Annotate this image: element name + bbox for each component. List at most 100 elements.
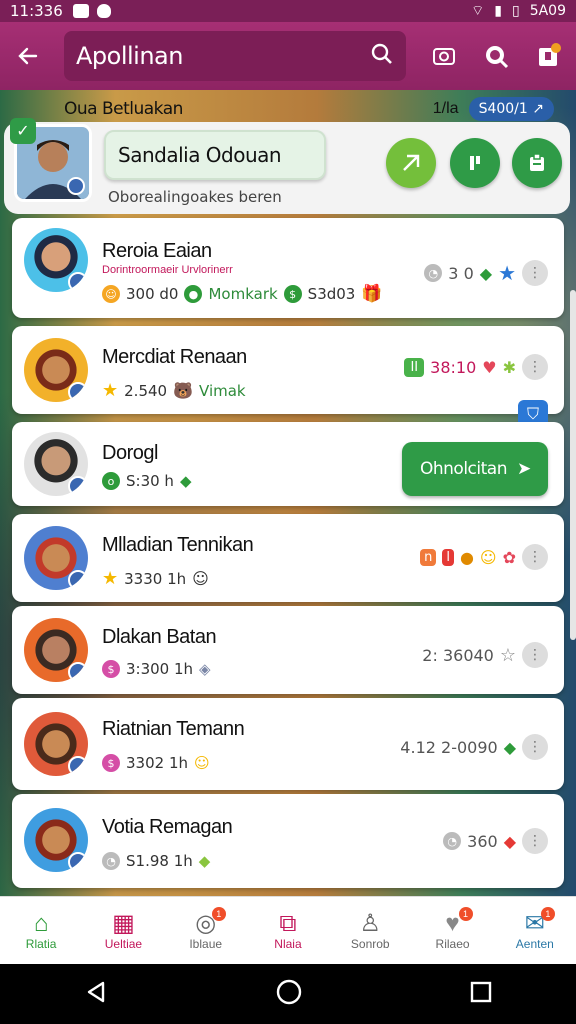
- smile-icon: ☺: [479, 547, 497, 567]
- leaf-icon: ✱: [502, 357, 516, 377]
- content-area: Oua Betluakan 1/la S400/1 ↗ ✓ Sandalia O…: [0, 90, 576, 896]
- nav-item-target[interactable]: ◎ 1 Iblaue: [165, 897, 247, 964]
- nav-item-heart[interactable]: ♥ 1 Rilaeo: [411, 897, 493, 964]
- nav-label: Rilaeo: [435, 936, 470, 951]
- search-input[interactable]: Apollinan: [76, 42, 370, 70]
- avatar[interactable]: [24, 712, 88, 776]
- pin-icon[interactable]: [450, 138, 500, 188]
- shop-icon: ▦: [112, 909, 135, 937]
- contact-name: Dorogl: [102, 442, 158, 464]
- search-icon[interactable]: [370, 42, 394, 71]
- edit-icon[interactable]: [386, 138, 436, 188]
- badge-icon: n: [420, 548, 437, 566]
- heart-icon: ♥: [482, 357, 497, 377]
- list-item[interactable]: Riatnian Temann $ 3302 1h ☺ 4.12 2-0090 …: [12, 698, 564, 790]
- action-button[interactable]: Ohnolcitan ➤: [402, 442, 548, 496]
- more-icon[interactable]: ⋮: [522, 642, 548, 668]
- row-right: n l ● ☺ ✿ ⋮: [420, 544, 548, 570]
- list-item[interactable]: Dorogl o S:30 h ◆ Ohnolcitan ➤: [12, 422, 564, 506]
- pin-dot-icon: ●: [184, 285, 203, 303]
- list-item[interactable]: Reroia Eaian Dorintroormaeir Urvlorinerr…: [12, 218, 564, 318]
- contact-name: Reroia Eaian: [102, 240, 212, 262]
- list-item[interactable]: Mercdiat Renaan ★ 2.540 🐻 Vimak II 38:10…: [12, 326, 564, 414]
- coin-icon: $: [102, 754, 120, 772]
- banner-pill[interactable]: S400/1 ↗: [468, 97, 554, 121]
- recents-square-icon[interactable]: [469, 980, 493, 1009]
- camera-icon[interactable]: [420, 32, 468, 80]
- avatar[interactable]: [24, 526, 88, 590]
- list-item[interactable]: Mlladian Tennikan ★ 3330 1h ☺ n l ● ☺ ✿ …: [12, 514, 564, 602]
- bag-icon: ⧉: [279, 909, 297, 937]
- notification-badge: 1: [540, 907, 555, 921]
- verified-icon: [68, 852, 88, 872]
- clock-icon: ◔: [102, 852, 120, 870]
- home-circle-icon[interactable]: [275, 978, 303, 1011]
- nav-item-home[interactable]: ⌂ Rlatia: [0, 897, 82, 964]
- nav-item-person[interactable]: ♙ Sonrob: [329, 897, 411, 964]
- back-arrow-icon[interactable]: [0, 22, 56, 90]
- nav-item-bag[interactable]: ⧉ Nlaia: [247, 897, 329, 964]
- coin-icon: $: [102, 660, 120, 678]
- top-banner: Oua Betluakan 1/la S400/1 ↗: [52, 92, 566, 126]
- person-icon: ♙: [359, 909, 382, 937]
- contact-meta: ◔ S1.98 1h ◆: [102, 852, 210, 870]
- profile-name-box[interactable]: Sandalia Odouan: [104, 130, 326, 180]
- list-item[interactable]: Votia Remagan ◔ S1.98 1h ◆ ◔ 360 ◆ ⋮: [12, 794, 564, 888]
- verified-icon: [68, 382, 88, 402]
- meta-value-3: S3d03: [307, 285, 356, 303]
- nav-label: Iblaue: [189, 936, 223, 951]
- verified-icon: [67, 177, 85, 195]
- contact-subline: Dorintroormaeir Urvlorinerr: [102, 264, 233, 276]
- back-triangle-icon[interactable]: [83, 979, 109, 1010]
- scrollbar[interactable]: [570, 290, 576, 640]
- more-icon[interactable]: ⋮: [522, 354, 548, 380]
- avatar[interactable]: [24, 338, 88, 402]
- clock-icon: ◔: [443, 832, 462, 850]
- avatar[interactable]: [24, 432, 88, 496]
- row-right-value: 360: [467, 831, 498, 851]
- leaf-icon: ◆: [503, 737, 516, 757]
- star-icon: ★: [102, 380, 119, 401]
- contact-name: Votia Remagan: [102, 816, 233, 838]
- verified-icon: [68, 476, 88, 496]
- nav-item-shop[interactable]: ▦ Ueltiae: [82, 897, 164, 964]
- row-right: 4.12 2-0090 ◆ ⋮: [400, 734, 548, 760]
- more-icon[interactable]: ⋮: [522, 828, 548, 854]
- leaf-icon: ◆: [479, 263, 493, 283]
- nav-label: Sonrob: [350, 936, 390, 951]
- notification-icon: [72, 4, 89, 18]
- more-icon[interactable]: ⋮: [522, 260, 548, 286]
- list-item[interactable]: Dlakan Batan $ 3:300 1h ◈ 2: 36040 ☆ ⋮: [12, 606, 564, 694]
- row-right: II 38:10 ♥ ✱ ⋮: [404, 354, 548, 380]
- verified-icon: [68, 570, 88, 590]
- avatar[interactable]: [24, 808, 88, 872]
- row-right: ◔ 360 ◆ ⋮: [443, 828, 548, 854]
- notification-badge: 1: [211, 907, 226, 921]
- gift-icon: 🎁: [361, 284, 383, 304]
- row-right-value: 2: 36040: [422, 645, 494, 665]
- more-icon[interactable]: ⋮: [522, 734, 548, 760]
- contact-meta: ☺ 300 d0 ● Momkark $ S3d03 🎁: [102, 284, 383, 304]
- profile-header: ✓ Sandalia Odouan Oborealingoakes beren: [4, 118, 570, 214]
- system-nav-bar: [0, 964, 576, 1024]
- avatar[interactable]: [24, 228, 88, 292]
- contact-name: Mlladian Tennikan: [102, 534, 254, 556]
- contact-name: Riatnian Temann: [102, 718, 245, 740]
- status-time: 11:336: [10, 2, 63, 20]
- banner-small: 1/la: [432, 100, 459, 117]
- search-bar[interactable]: Apollinan: [64, 31, 406, 81]
- home-icon: ⌂: [33, 909, 49, 937]
- star-icon: ★: [498, 261, 516, 285]
- chat-search-icon[interactable]: [472, 32, 520, 80]
- app-bar: Apollinan: [0, 22, 576, 90]
- more-icon[interactable]: ⋮: [522, 544, 548, 570]
- pumpkin-icon: ●: [459, 547, 474, 567]
- clipboard-icon[interactable]: [512, 138, 562, 188]
- contact-name: Dlakan Batan: [102, 626, 217, 648]
- bottom-nav: ⌂ Rlatia ▦ Ueltiae ◎ 1 Iblaue ⧉ Nlaia ♙ …: [0, 896, 576, 964]
- notification-bag-icon[interactable]: [524, 32, 572, 80]
- dollar-icon: $: [283, 285, 302, 303]
- avatar[interactable]: [24, 618, 88, 682]
- nav-item-chat[interactable]: ✉ 1 Aenten: [494, 897, 576, 964]
- star-icon: ★: [102, 568, 119, 589]
